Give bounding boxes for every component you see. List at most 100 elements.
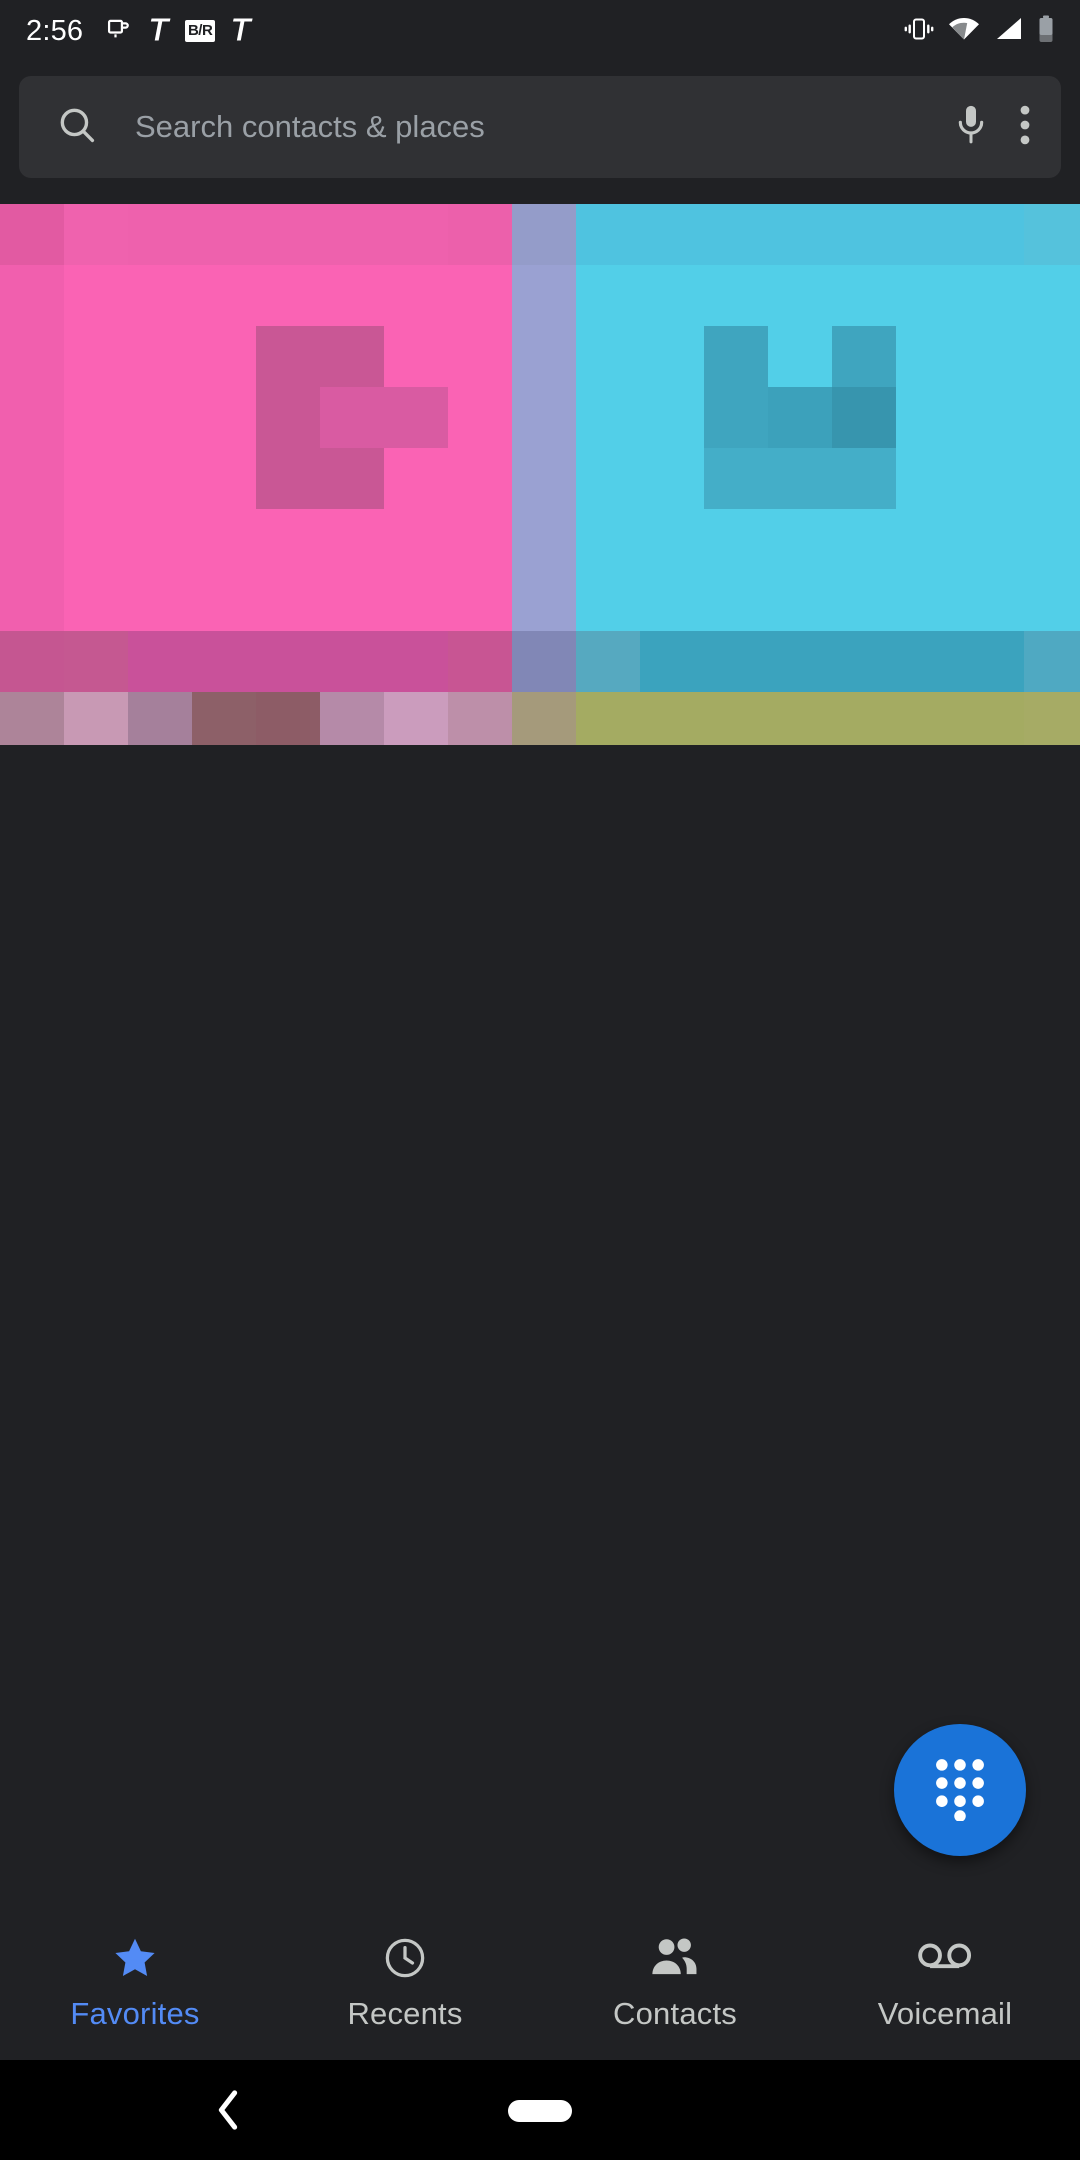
search-input[interactable]: Search contacts & places: [135, 109, 951, 145]
mosaic-block-1-9: [576, 265, 640, 326]
mosaic-block-5-5: [320, 509, 384, 570]
dialpad-icon: [931, 1755, 989, 1826]
mosaic-block-6-3: [192, 570, 256, 631]
mosaic-block-1-12: [768, 265, 832, 326]
mosaic-block-4-8: [512, 448, 576, 509]
more-options-icon[interactable]: [1017, 103, 1033, 152]
mosaic-block-8-6: [384, 692, 448, 745]
mosaic-block-2-12: [768, 326, 832, 387]
mosaic-block-6-0: [0, 570, 64, 631]
mosaic-block-4-16: [1024, 448, 1080, 509]
pixelated-favorites-mosaic[interactable]: [0, 204, 1080, 745]
mosaic-block-0-3: [192, 204, 256, 265]
mosaic-block-6-1: [64, 570, 128, 631]
mosaic-block-3-7: [448, 387, 512, 448]
mosaic-block-5-14: [896, 509, 960, 570]
mosaic-block-4-4: [256, 448, 320, 509]
mosaic-block-0-11: [704, 204, 768, 265]
mosaic-block-0-1: [64, 204, 128, 265]
back-chevron-icon[interactable]: [208, 2090, 248, 2130]
mosaic-block-5-3: [192, 509, 256, 570]
mosaic-block-1-1: [64, 265, 128, 326]
mosaic-block-7-16: [1024, 631, 1080, 692]
mosaic-block-1-5: [320, 265, 384, 326]
mosaic-block-3-12: [768, 387, 832, 448]
mosaic-block-7-2: [128, 631, 192, 692]
mosaic-block-3-6: [384, 387, 448, 448]
mosaic-block-3-11: [704, 387, 768, 448]
mosaic-block-7-5: [320, 631, 384, 692]
mosaic-block-2-15: [960, 326, 1024, 387]
mosaic-block-7-14: [896, 631, 960, 692]
mosaic-block-2-14: [896, 326, 960, 387]
mosaic-block-8-13: [832, 692, 896, 745]
mosaic-block-8-10: [640, 692, 704, 745]
mosaic-block-2-7: [448, 326, 512, 387]
mosaic-block-5-10: [640, 509, 704, 570]
mosaic-block-2-5: [320, 326, 384, 387]
mosaic-block-2-0: [0, 326, 64, 387]
mosaic-block-7-15: [960, 631, 1024, 692]
mosaic-block-7-11: [704, 631, 768, 692]
mosaic-block-6-10: [640, 570, 704, 631]
mosaic-block-1-6: [384, 265, 448, 326]
mosaic-block-4-0: [0, 448, 64, 509]
mosaic-block-4-7: [448, 448, 512, 509]
mosaic-block-3-15: [960, 387, 1024, 448]
tab-voicemail[interactable]: Voicemail: [810, 1900, 1080, 2060]
status-bar-clock: 2:56: [26, 14, 84, 47]
mosaic-block-0-2: [128, 204, 192, 265]
mosaic-block-5-2: [128, 509, 192, 570]
mosaic-block-8-1: [64, 692, 128, 745]
mosaic-block-8-12: [768, 692, 832, 745]
mosaic-block-8-11: [704, 692, 768, 745]
mosaic-block-2-8: [512, 326, 576, 387]
mosaic-block-7-4: [256, 631, 320, 692]
mosaic-block-4-3: [192, 448, 256, 509]
mosaic-block-0-7: [448, 204, 512, 265]
mosaic-block-5-0: [0, 509, 64, 570]
mosaic-block-0-6: [384, 204, 448, 265]
voicemail-icon: [917, 1934, 973, 1982]
mosaic-block-5-13: [832, 509, 896, 570]
search-bar[interactable]: Search contacts & places: [19, 76, 1061, 178]
wifi-icon: [948, 16, 980, 47]
mosaic-block-1-0: [0, 265, 64, 326]
mosaic-block-1-8: [512, 265, 576, 326]
mosaic-block-4-15: [960, 448, 1024, 509]
mosaic-block-6-14: [896, 570, 960, 631]
mosaic-block-1-13: [832, 265, 896, 326]
mosaic-block-6-2: [128, 570, 192, 631]
mosaic-block-2-16: [1024, 326, 1080, 387]
dialpad-fab[interactable]: [894, 1724, 1026, 1856]
nytimes-notification-icon: 𝘛: [150, 14, 168, 47]
search-icon: [55, 103, 99, 152]
mosaic-block-8-7: [448, 692, 512, 745]
mosaic-block-3-5: [320, 387, 384, 448]
mosaic-block-0-5: [320, 204, 384, 265]
mosaic-block-8-4: [256, 692, 320, 745]
mosaic-block-4-10: [640, 448, 704, 509]
mosaic-block-4-12: [768, 448, 832, 509]
mosaic-block-3-10: [640, 387, 704, 448]
home-pill-indicator[interactable]: [508, 2100, 572, 2122]
mosaic-block-0-4: [256, 204, 320, 265]
microphone-icon[interactable]: [951, 103, 991, 152]
mosaic-block-2-2: [128, 326, 192, 387]
system-navigation-bar: [0, 2060, 1080, 2160]
mosaic-block-5-4: [256, 509, 320, 570]
status-bar: 2:56 𝘛 B/R 𝘛: [0, 0, 1080, 62]
favorites-tile-grid[interactable]: [0, 204, 1080, 745]
mosaic-block-7-12: [768, 631, 832, 692]
mosaic-block-2-3: [192, 326, 256, 387]
mosaic-block-7-10: [640, 631, 704, 692]
mosaic-block-1-7: [448, 265, 512, 326]
mosaic-block-6-13: [832, 570, 896, 631]
tab-recents[interactable]: Recents: [270, 1900, 540, 2060]
mosaic-block-0-14: [896, 204, 960, 265]
tab-favorites[interactable]: Favorites: [0, 1900, 270, 2060]
tab-contacts[interactable]: Contacts: [540, 1900, 810, 2060]
mosaic-block-3-16: [1024, 387, 1080, 448]
mosaic-block-3-9: [576, 387, 640, 448]
cellular-signal-icon: [994, 16, 1024, 47]
